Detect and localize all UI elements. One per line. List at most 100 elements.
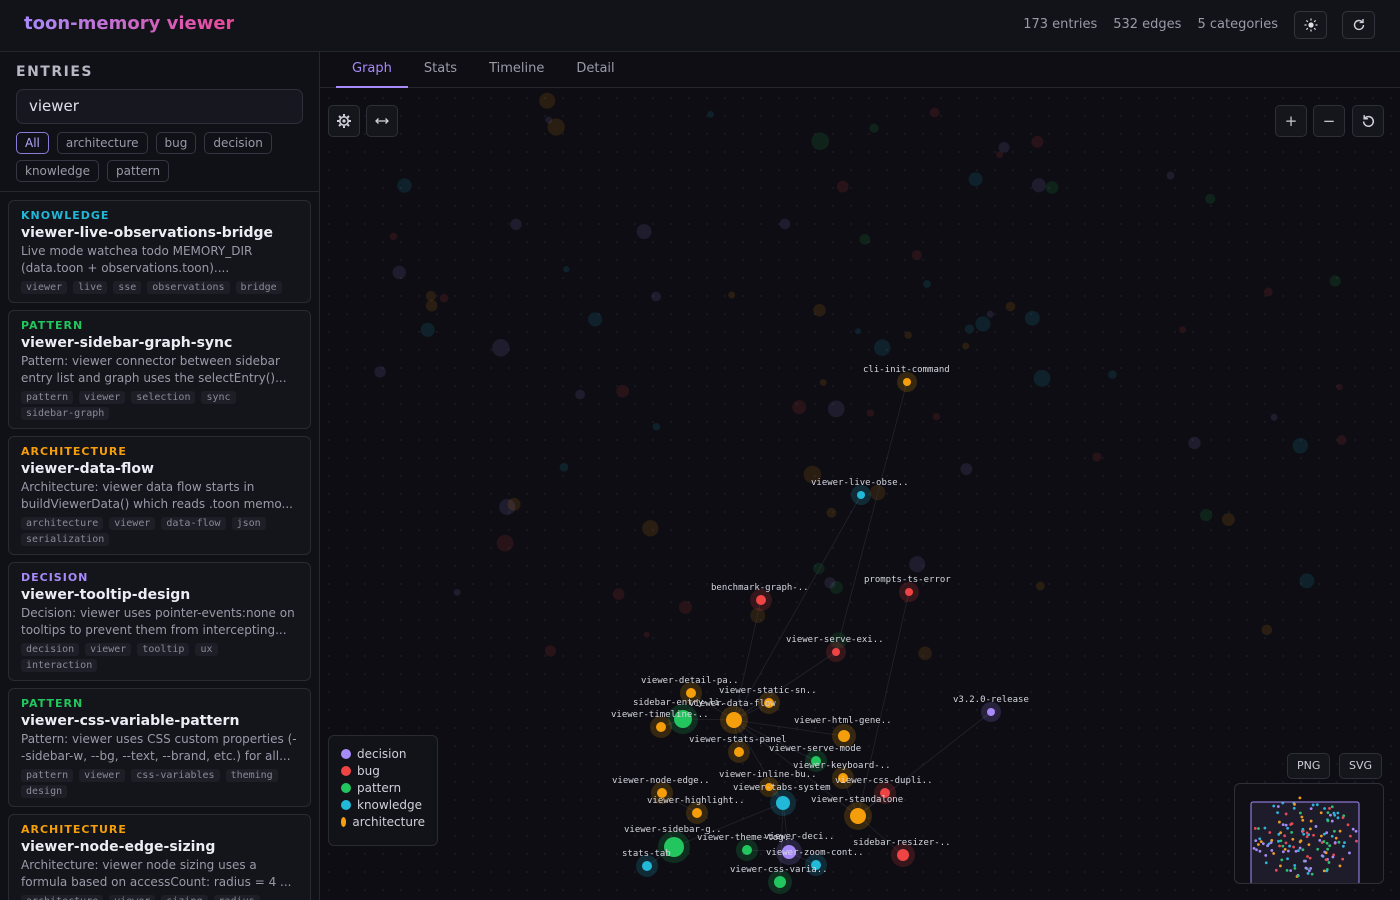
background-node <box>792 400 807 415</box>
node-circle[interactable] <box>857 491 865 499</box>
background-node <box>986 310 994 318</box>
graph-node[interactable]: viewer-highlight.. <box>647 796 745 824</box>
graph-node[interactable]: viewer-serve-exi.. <box>786 635 884 662</box>
minimap-viewport[interactable] <box>1250 801 1360 884</box>
entry-title: viewer-css-variable-pattern <box>21 713 240 729</box>
entry-category: DECISION <box>21 571 89 584</box>
minimap[interactable] <box>1234 783 1384 884</box>
node-label: viewer-highlight.. <box>647 796 745 806</box>
tab-timeline[interactable]: Timeline <box>473 52 560 88</box>
legend-item-knowledge[interactable]: knowledge <box>341 796 425 813</box>
entry-tag: live <box>73 281 108 294</box>
legend-dot <box>341 816 347 827</box>
node-label: viewer-node-edge.. <box>612 776 710 786</box>
refresh-icon <box>1353 19 1364 31</box>
entry-card[interactable]: ARCHITECTURE viewer-node-edge-sizing Archi… <box>8 814 311 900</box>
filter-chip-pattern[interactable]: pattern <box>107 160 170 182</box>
filter-chip-knowledge[interactable]: knowledge <box>16 160 100 182</box>
graph-node[interactable]: viewer-standalone <box>811 795 903 830</box>
node-circle[interactable] <box>774 876 786 888</box>
graph-node[interactable]: prompts-ts-error <box>864 575 951 602</box>
node-circle[interactable] <box>832 648 840 656</box>
graph-node[interactable]: stats-tab <box>622 849 671 877</box>
entry-tag: sync <box>201 391 236 404</box>
node-circle[interactable] <box>686 688 696 698</box>
node-circle[interactable] <box>756 595 766 605</box>
legend-item-decision[interactable]: decision <box>341 745 425 762</box>
background-node <box>439 293 449 303</box>
node-circle[interactable] <box>838 730 850 742</box>
entry-tag: data-flow <box>161 517 226 530</box>
fit-width-button[interactable] <box>366 105 398 137</box>
graph-node[interactable]: viewer-css-varia.. <box>730 865 828 894</box>
entry-tags: viewer live sse observations bridge <box>21 281 298 294</box>
entry-card[interactable]: DECISION viewer-tooltip-design Decision: v… <box>8 562 311 681</box>
minimap-svg <box>1250 796 1360 884</box>
node-circle[interactable] <box>905 588 913 596</box>
node-circle[interactable] <box>734 747 744 757</box>
export-svg-button[interactable]: SVG <box>1339 753 1383 779</box>
graph-settings-button[interactable] <box>328 105 360 137</box>
entry-tags: pattern viewer css-variables theming design <box>21 769 298 798</box>
node-circle[interactable] <box>850 808 866 824</box>
reset-view-button[interactable] <box>1352 105 1384 137</box>
graph-node[interactable]: viewer-live-obse.. <box>811 478 909 505</box>
entry-card[interactable]: PATTERN viewer-css-variable-pattern Patter… <box>8 688 311 807</box>
filter-chip-architecture[interactable]: architecture <box>56 132 148 154</box>
background-node <box>1033 369 1051 387</box>
graph-node[interactable]: sidebar-resizer-.. <box>853 838 951 867</box>
refresh-button[interactable] <box>1342 11 1375 39</box>
node-circle[interactable] <box>903 378 911 386</box>
node-label: prompts-ts-error <box>864 575 951 585</box>
background-node <box>854 328 862 335</box>
entry-card[interactable]: ARCHITECTURE viewer-data-flow Architecture… <box>8 436 311 555</box>
node-circle[interactable] <box>642 861 652 871</box>
zoom-in-button[interactable]: + <box>1275 105 1307 137</box>
legend-label: pattern <box>357 780 402 795</box>
background-node <box>836 180 849 193</box>
node-circle[interactable] <box>897 849 909 861</box>
background-node <box>616 384 630 398</box>
graph-node[interactable]: benchmark-graph-.. <box>711 583 809 611</box>
node-label: viewer-inline-bu.. <box>719 770 817 780</box>
node-circle[interactable] <box>742 845 752 855</box>
category-legend: decision bug pattern knowledge architecture <box>328 735 438 846</box>
tab-detail[interactable]: Detail <box>560 52 630 88</box>
zoom-out-button[interactable]: − <box>1313 105 1345 137</box>
theme-toggle-button[interactable] <box>1294 11 1327 39</box>
legend-item-pattern[interactable]: pattern <box>341 779 425 796</box>
tab-graph[interactable]: Graph <box>336 52 408 88</box>
entry-card[interactable]: PATTERN viewer-sidebar-graph-sync Pattern:… <box>8 310 311 429</box>
legend-dot <box>341 782 351 793</box>
entry-card[interactable]: KNOWLEDGE viewer-live-observations-bridge… <box>8 200 311 303</box>
tab-stats[interactable]: Stats <box>408 52 473 88</box>
filter-chip-bug[interactable]: bug <box>155 132 197 154</box>
node-circle[interactable] <box>726 712 742 728</box>
background-node <box>374 366 386 378</box>
filter-chip-decision[interactable]: decision <box>204 132 272 154</box>
legend-item-architecture[interactable]: architecture <box>341 813 425 830</box>
node-circle[interactable] <box>776 796 790 810</box>
graph-svg[interactable]: cli-init-command viewer-live-obse.. benchm… <box>320 89 1400 900</box>
legend-item-bug[interactable]: bug <box>341 762 425 779</box>
graph-canvas[interactable]: cli-init-command viewer-live-obse.. benchm… <box>320 89 1400 900</box>
node-circle[interactable] <box>656 722 666 732</box>
background-node <box>819 379 827 387</box>
export-png-button[interactable]: PNG <box>1287 753 1331 779</box>
entry-category: ARCHITECTURE <box>21 823 127 836</box>
search-input[interactable]: viewer <box>16 89 303 124</box>
graph-node[interactable]: v3.2.0-release <box>953 695 1029 722</box>
node-circle[interactable] <box>987 708 995 716</box>
node-label: viewer-data-flow <box>689 699 776 709</box>
background-node <box>1299 573 1315 589</box>
entry-tag: tooltip <box>137 643 190 656</box>
graph-node[interactable]: cli-init-command <box>863 365 950 392</box>
node-circle[interactable] <box>692 808 702 818</box>
entry-title: viewer-data-flow <box>21 461 154 477</box>
categories-count: 5 categories <box>1197 17 1278 32</box>
background-node <box>1336 435 1347 446</box>
background-node <box>545 116 553 124</box>
background-node <box>811 132 830 151</box>
entry-tag: pattern <box>21 391 74 404</box>
filter-chip-all[interactable]: All <box>16 132 49 154</box>
